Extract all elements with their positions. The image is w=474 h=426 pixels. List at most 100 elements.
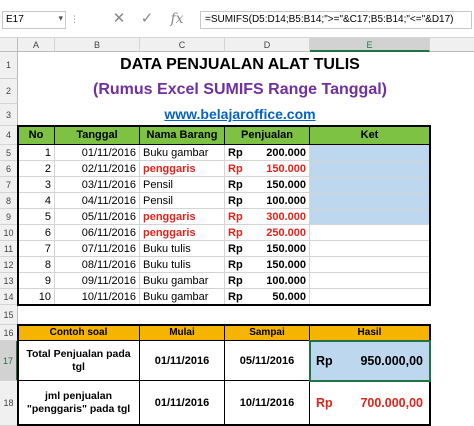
column-header-f[interactable] <box>430 38 474 52</box>
cell-ket[interactable] <box>310 289 430 305</box>
cell-tanggal[interactable]: 03/11/2016 <box>55 177 140 193</box>
cell-no[interactable]: 6 <box>18 225 55 241</box>
cell-penjualan[interactable]: Rp 250.000 <box>225 225 310 241</box>
column-header-a[interactable]: A <box>18 38 55 52</box>
cell-nama-barang[interactable]: Buku gambar <box>140 289 225 305</box>
row-header-7[interactable]: 7 <box>0 177 18 193</box>
cell-tanggal[interactable]: 09/11/2016 <box>55 273 140 289</box>
cell-nama-barang[interactable]: penggaris <box>140 209 225 225</box>
name-box[interactable]: E17 ▾ <box>2 11 66 29</box>
row-header-16[interactable]: 16 <box>0 325 18 341</box>
select-all-corner[interactable] <box>0 38 18 52</box>
cell-no[interactable]: 4 <box>18 193 55 209</box>
row-header-4[interactable]: 4 <box>0 126 18 145</box>
column-header-b[interactable]: B <box>55 38 140 52</box>
row-header-6[interactable]: 6 <box>0 161 18 177</box>
row-header-3[interactable]: 3 <box>0 104 18 126</box>
cell-nama-barang[interactable]: penggaris <box>140 161 225 177</box>
cell-tanggal[interactable]: 02/11/2016 <box>55 161 140 177</box>
cell-no[interactable]: 1 <box>18 145 55 161</box>
cell-tanggal[interactable]: 07/11/2016 <box>55 241 140 257</box>
row-header-15[interactable]: 15 <box>0 305 18 325</box>
cell-nama-barang[interactable]: Pensil <box>140 177 225 193</box>
close-icon[interactable]: ✕ <box>108 9 130 29</box>
cell-ket[interactable] <box>310 241 430 257</box>
currency-label: Rp <box>228 162 243 175</box>
check-icon[interactable]: ✓ <box>136 9 158 29</box>
cell-penjualan[interactable]: Rp 100.000 <box>225 273 310 289</box>
formula-bar: E17 ▾ ⋮ ✕ ✓ fx =SUMIFS(D5:D14;B5:B14;">=… <box>0 0 474 38</box>
cell-no[interactable]: 3 <box>18 177 55 193</box>
currency-label: Rp <box>228 274 243 287</box>
row-header-11[interactable]: 11 <box>0 241 18 257</box>
cell-nama-barang[interactable]: Buku tulis <box>140 257 225 273</box>
sales-value: 100.000 <box>266 194 306 207</box>
insert-function-icon[interactable]: fx <box>166 9 188 29</box>
cell-penjualan[interactable]: Rp 50.000 <box>225 289 310 305</box>
cell-penjualan[interactable]: Rp 300.000 <box>225 209 310 225</box>
cell-penjualan[interactable]: Rp 150.000 <box>225 177 310 193</box>
cell-no[interactable]: 5 <box>18 209 55 225</box>
cell-no[interactable]: 2 <box>18 161 55 177</box>
header-ket: Ket <box>310 126 430 145</box>
cell-no[interactable]: 9 <box>18 273 55 289</box>
column-header-e[interactable]: E <box>310 38 430 52</box>
cell-nama-barang[interactable]: Buku gambar <box>140 273 225 289</box>
cell-tanggal[interactable]: 05/11/2016 <box>55 209 140 225</box>
cell-ket[interactable] <box>310 161 430 177</box>
row-header-5[interactable]: 5 <box>0 145 18 161</box>
cell-tanggal[interactable]: 06/11/2016 <box>55 225 140 241</box>
summary-row-2-currency: Rp <box>316 396 333 410</box>
cell-nama-barang[interactable]: Pensil <box>140 193 225 209</box>
cell-ket[interactable] <box>310 273 430 289</box>
summary-row-1-sampai[interactable]: 05/11/2016 <box>225 341 310 381</box>
summary-row-1-mulai[interactable]: 01/11/2016 <box>140 341 225 381</box>
cell-tanggal[interactable]: 10/11/2016 <box>55 289 140 305</box>
row-header-13[interactable]: 13 <box>0 273 18 289</box>
website-link[interactable]: www.belajaroffice.com <box>18 106 462 122</box>
summary-row-2-hasil[interactable]: Rp 700.000,00 <box>310 381 430 426</box>
row-header-17[interactable]: 17 <box>0 341 18 381</box>
cell-nama-barang[interactable]: penggaris <box>140 225 225 241</box>
column-header-d[interactable]: D <box>225 38 310 52</box>
cell-penjualan[interactable]: Rp 200.000 <box>225 145 310 161</box>
name-box-dropdown-icon[interactable]: ▾ <box>58 13 63 24</box>
row-header-12[interactable]: 12 <box>0 257 18 273</box>
cell-nama-barang[interactable]: Buku gambar <box>140 145 225 161</box>
row-header-2[interactable]: 2 <box>0 79 18 104</box>
row-header-9[interactable]: 9 <box>0 209 18 225</box>
sales-value: 100.000 <box>266 274 306 287</box>
cell-nama-barang[interactable]: Buku tulis <box>140 241 225 257</box>
column-header-c[interactable]: C <box>140 38 225 52</box>
cell-penjualan[interactable]: Rp 150.000 <box>225 241 310 257</box>
cell-penjualan[interactable]: Rp 150.000 <box>225 161 310 177</box>
row-header-10[interactable]: 10 <box>0 225 18 241</box>
row-header-1[interactable]: 1 <box>0 52 18 79</box>
summary-header-contoh-soal: Contoh soal <box>18 325 140 341</box>
sales-value: 50.000 <box>272 290 306 303</box>
formula-input[interactable]: =SUMIFS(D5:D14;B5:B14;">="&C17;B5:B14;"<… <box>200 11 472 29</box>
summary-row-1-hasil[interactable]: Rp 950.000,00 <box>310 341 430 381</box>
cell-ket[interactable] <box>310 177 430 193</box>
cell-no[interactable]: 7 <box>18 241 55 257</box>
cell-tanggal[interactable]: 04/11/2016 <box>55 193 140 209</box>
summary-row-2-sampai[interactable]: 10/11/2016 <box>225 381 310 426</box>
cell-ket[interactable] <box>310 193 430 209</box>
row-header-18[interactable]: 18 <box>0 381 18 426</box>
cell-tanggal[interactable]: 08/11/2016 <box>55 257 140 273</box>
cell-ket[interactable] <box>310 209 430 225</box>
cell-penjualan[interactable]: Rp 150.000 <box>225 257 310 273</box>
cell-no[interactable]: 10 <box>18 289 55 305</box>
summary-row-1-soal[interactable]: Total Penjualan pada tgl <box>18 341 140 381</box>
cell-tanggal[interactable]: 01/11/2016 <box>55 145 140 161</box>
row-header-14[interactable]: 14 <box>0 289 18 305</box>
cell-ket[interactable] <box>310 225 430 241</box>
summary-row-2-soal[interactable]: jml penjualan "penggaris" pada tgl <box>18 381 140 426</box>
cell-ket[interactable] <box>310 145 430 161</box>
summary-row-2-mulai[interactable]: 01/11/2016 <box>140 381 225 426</box>
cell-penjualan[interactable]: Rp 100.000 <box>225 193 310 209</box>
currency-label: Rp <box>228 178 243 191</box>
cell-no[interactable]: 8 <box>18 257 55 273</box>
row-header-8[interactable]: 8 <box>0 193 18 209</box>
cell-ket[interactable] <box>310 257 430 273</box>
